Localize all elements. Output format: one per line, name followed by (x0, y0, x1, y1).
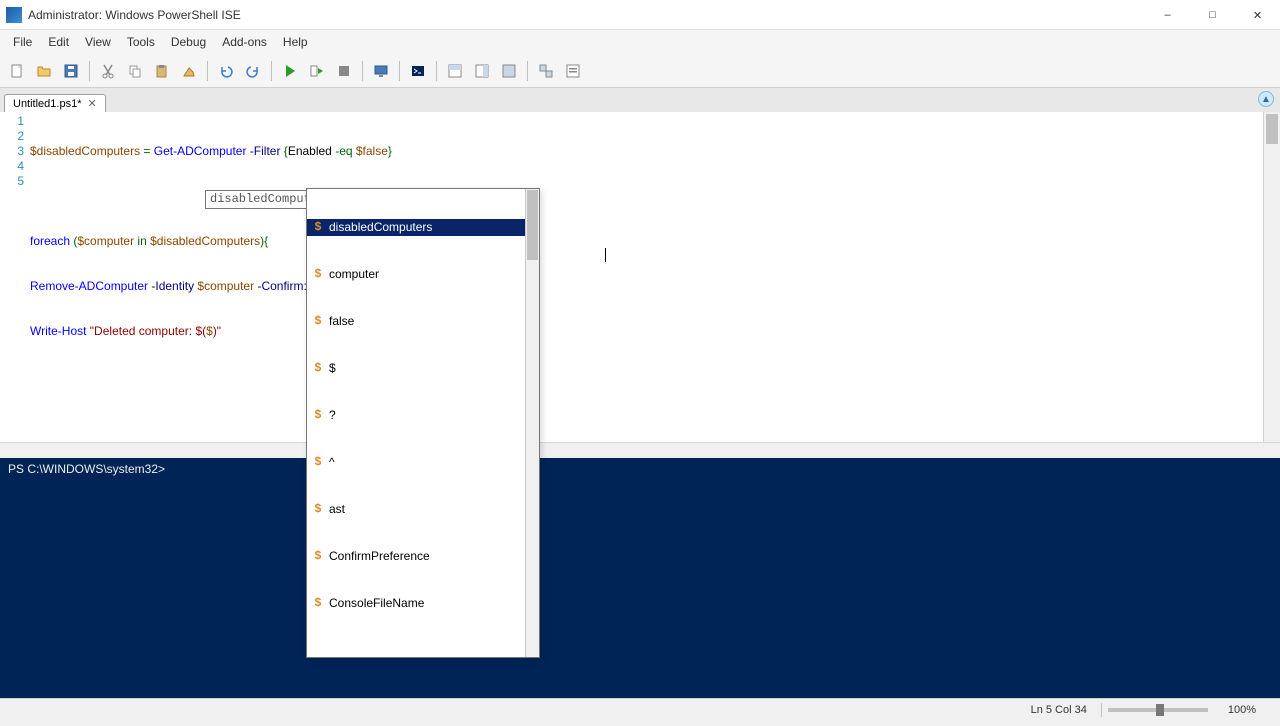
cut-button[interactable] (96, 59, 120, 83)
zoom-slider-thumb[interactable] (1156, 704, 1164, 716)
line-number: 2 (0, 129, 24, 144)
statusbar: Ln 5 Col 34 100% (0, 698, 1280, 720)
save-button[interactable] (59, 59, 83, 83)
line-number: 5 (0, 174, 24, 189)
new-file-button[interactable] (5, 59, 29, 83)
script-editor[interactable]: 1 2 3 4 5 $disabledComputers = Get-ADCom… (0, 112, 1280, 442)
redo-button[interactable] (241, 59, 265, 83)
minimize-button[interactable]: – (1145, 0, 1190, 30)
menu-addons[interactable]: Add-ons (214, 32, 275, 52)
intellisense-item[interactable]: $ConsoleFileName (307, 595, 539, 612)
clear-button[interactable] (177, 59, 201, 83)
toolbar-separator (271, 61, 272, 81)
show-script-right-button[interactable] (470, 59, 494, 83)
maximize-button[interactable]: □ (1190, 0, 1235, 30)
menubar: File Edit View Tools Debug Add-ons Help (0, 30, 1280, 54)
app-icon (6, 7, 22, 23)
intellisense-item[interactable]: $false (307, 313, 539, 330)
variable-icon: $ (311, 408, 325, 423)
menu-file[interactable]: File (5, 32, 40, 52)
variable-icon: $ (311, 220, 325, 235)
menu-view[interactable]: View (77, 32, 119, 52)
scrollbar-thumb[interactable] (1266, 114, 1278, 144)
menu-tools[interactable]: Tools (119, 32, 163, 52)
run-script-button[interactable] (278, 59, 302, 83)
toolbar-separator (399, 61, 400, 81)
variable-icon: $ (311, 549, 325, 564)
close-button[interactable]: ✕ (1235, 0, 1280, 30)
intellisense-item[interactable]: $ConfirmPreference (307, 548, 539, 565)
script-tab[interactable]: Untitled1.ps1* ✕ (4, 94, 106, 112)
variable-icon: $ (311, 314, 325, 329)
toolbar-separator (207, 61, 208, 81)
show-command-addon-button[interactable] (534, 59, 558, 83)
line-number: 4 (0, 159, 24, 174)
intellisense-item[interactable]: $computer (307, 266, 539, 283)
show-command-button[interactable] (561, 59, 585, 83)
menu-edit[interactable]: Edit (40, 32, 77, 52)
menu-debug[interactable]: Debug (163, 32, 214, 52)
show-script-top-button[interactable] (443, 59, 467, 83)
status-cursor-position: Ln 5 Col 34 (1017, 704, 1101, 716)
status-zoom-level: 100% (1214, 704, 1270, 716)
toolbar-separator (89, 61, 90, 81)
text-cursor (605, 248, 606, 262)
show-script-max-button[interactable] (497, 59, 521, 83)
copy-button[interactable] (123, 59, 147, 83)
variable-icon: $ (311, 596, 325, 611)
run-selection-button[interactable] (305, 59, 329, 83)
code-area[interactable]: $disabledComputers = Get-ADComputer -Fil… (30, 112, 1263, 442)
variable-icon: $ (311, 267, 325, 282)
intellisense-item[interactable]: $$ (307, 360, 539, 377)
line-number: 3 (0, 144, 24, 159)
intellisense-item[interactable]: $^ (307, 454, 539, 471)
script-tabbar: Untitled1.ps1* ✕ ▲ (0, 88, 1280, 112)
toolbar (0, 54, 1280, 88)
toolbar-separator (527, 61, 528, 81)
intellisense-popup[interactable]: $disabledComputers $computer $false $$ $… (306, 188, 540, 658)
toolbar-separator (362, 61, 363, 81)
undo-button[interactable] (214, 59, 238, 83)
intellisense-item[interactable]: $? (307, 407, 539, 424)
zoom-slider[interactable] (1108, 708, 1208, 712)
paste-button[interactable] (150, 59, 174, 83)
variable-icon: $ (311, 455, 325, 470)
window-title: Administrator: Windows PowerShell ISE (28, 8, 1145, 22)
variable-icon: $ (311, 361, 325, 376)
tab-close-icon[interactable]: ✕ (88, 97, 97, 110)
script-pane-toggle-icon[interactable]: ▲ (1258, 91, 1274, 107)
scrollbar-thumb[interactable] (527, 190, 538, 260)
intellisense-scrollbar[interactable] (525, 189, 539, 657)
line-number: 1 (0, 114, 24, 129)
menu-help[interactable]: Help (275, 32, 316, 52)
open-file-button[interactable] (32, 59, 56, 83)
toolbar-separator (436, 61, 437, 81)
variable-icon: $ (311, 502, 325, 517)
intellisense-item[interactable]: $ast (307, 501, 539, 518)
console-pane[interactable]: PS C:\WINDOWS\system32> (0, 458, 1280, 710)
intellisense-item[interactable]: $disabledComputers (307, 219, 539, 236)
tab-label: Untitled1.ps1* (13, 98, 82, 110)
stop-button[interactable] (332, 59, 356, 83)
titlebar: Administrator: Windows PowerShell ISE – … (0, 0, 1280, 30)
console-prompt: PS C:\WINDOWS\system32> (8, 462, 1272, 476)
window-controls: – □ ✕ (1145, 0, 1280, 29)
powershell-button[interactable] (406, 59, 430, 83)
remote-button[interactable] (369, 59, 393, 83)
editor-vertical-scrollbar[interactable] (1263, 112, 1280, 442)
line-gutter: 1 2 3 4 5 (0, 112, 30, 442)
